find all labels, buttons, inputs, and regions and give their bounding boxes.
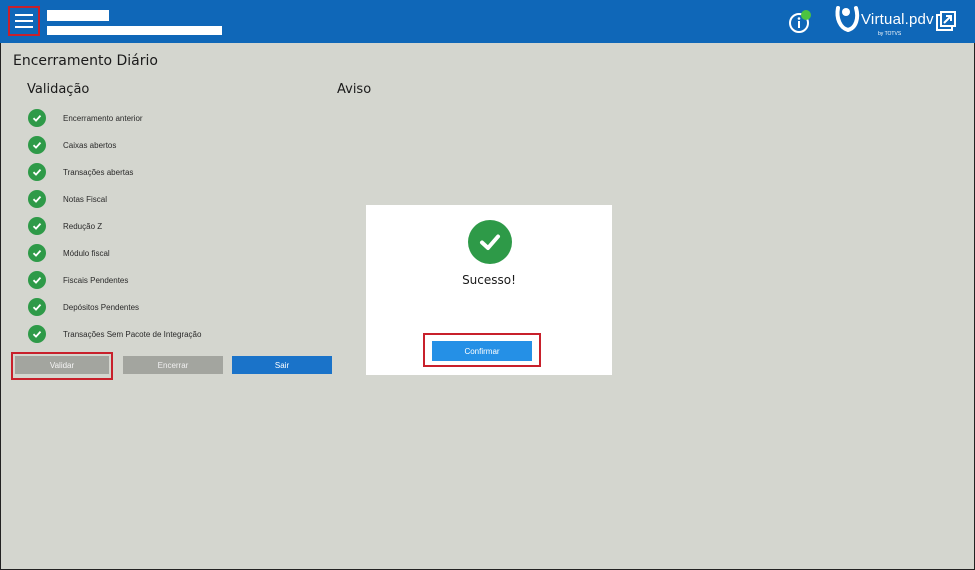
check-item: Notas Fiscal <box>28 189 107 209</box>
check-label: Fiscais Pendentes <box>63 275 129 285</box>
check-circle-icon <box>28 271 46 289</box>
close-day-button[interactable]: Encerrar <box>123 356 223 374</box>
check-label: Caixas abertos <box>63 140 117 150</box>
check-circle-icon <box>28 244 46 262</box>
exit-button[interactable]: Sair <box>232 356 332 374</box>
check-circle-icon <box>28 217 46 235</box>
check-circle-icon <box>28 163 46 181</box>
brand-name: Virtual.pdv <box>861 11 934 28</box>
info-icon[interactable] <box>787 9 813 35</box>
confirm-button[interactable]: Confirmar <box>432 341 532 361</box>
check-item: Fiscais Pendentes <box>28 270 128 290</box>
check-label: Módulo fiscal <box>63 248 110 258</box>
validation-heading: Validação <box>27 82 90 97</box>
check-label: Transações Sem Pacote de Integração <box>63 329 202 339</box>
success-check-icon <box>468 220 512 264</box>
exit-icon[interactable] <box>935 10 957 32</box>
check-circle-icon <box>28 136 46 154</box>
success-message: Sucesso! <box>462 273 516 287</box>
check-label: Transações abertas <box>63 167 134 177</box>
check-circle-icon <box>28 298 46 316</box>
check-item: Transações abertas <box>28 162 133 182</box>
check-circle-icon <box>28 190 46 208</box>
check-item: Depósitos Pendentes <box>28 297 139 317</box>
check-circle-icon <box>28 109 46 127</box>
top-bar: Virtual.pdv by TOTVS <box>0 0 975 43</box>
page-title: Encerramento Diário <box>13 53 158 69</box>
menu-button[interactable] <box>8 6 40 36</box>
validate-button[interactable]: Validar <box>15 356 109 374</box>
check-label: Notas Fiscal <box>63 194 108 204</box>
redacted-store-name <box>47 10 109 21</box>
check-label: Encerramento anterior <box>63 113 143 123</box>
notice-heading: Aviso <box>337 82 372 97</box>
brand-sub: by TOTVS <box>878 31 902 37</box>
check-item: Redução Z <box>28 216 102 236</box>
check-label: Redução Z <box>63 221 103 231</box>
redacted-store-details <box>47 26 222 35</box>
success-dialog: Sucesso! Confirmar <box>366 205 612 375</box>
check-label: Depósitos Pendentes <box>63 302 140 312</box>
check-circle-icon <box>28 325 46 343</box>
menu-icon <box>15 14 33 28</box>
virtual-pdv-logo-icon <box>835 6 860 33</box>
check-item: Encerramento anterior <box>28 108 143 128</box>
check-item: Caixas abertos <box>28 135 116 155</box>
check-item: Módulo fiscal <box>28 243 110 263</box>
check-item: Transações Sem Pacote de Integração <box>28 324 201 344</box>
